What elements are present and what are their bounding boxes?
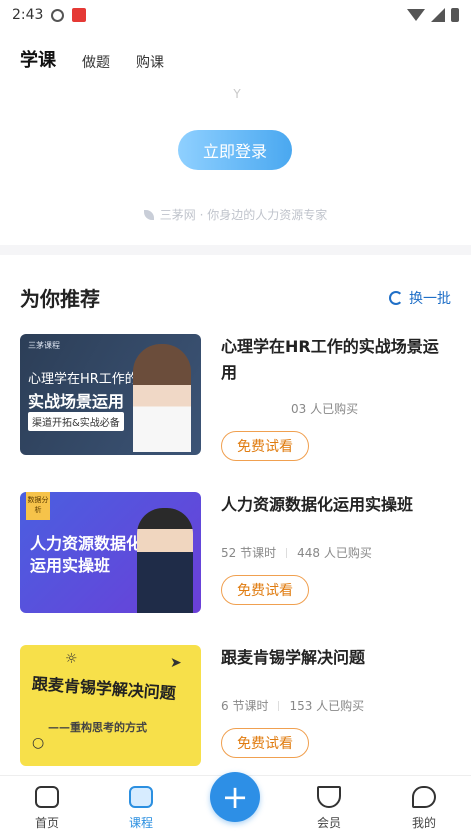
tab-home-label: 首页 xyxy=(34,816,59,830)
status-time: 2:43 xyxy=(12,7,44,23)
section-title: 为你推荐 xyxy=(20,287,100,311)
leaf-icon xyxy=(143,210,154,220)
refresh-button[interactable]: 换一批 xyxy=(389,288,451,308)
sync-icon xyxy=(51,8,65,22)
thumb-subtitle: 渠道开拓&实战必备 xyxy=(28,412,124,431)
lightbulb-icon: ○ xyxy=(32,735,45,751)
tab-mine[interactable]: 我的 xyxy=(394,786,454,831)
paper-plane-icon: ➤ xyxy=(170,655,182,671)
course-buyers: 03 人已购买 xyxy=(291,402,359,416)
course-meta: 6 节课时 153 人已购买 xyxy=(221,697,451,714)
course-thumbnail[interactable]: 三茅课程 心理学在HR工作的 实战场景运用 渠道开拓&实战必备 xyxy=(20,334,201,455)
meta-divider xyxy=(278,700,280,711)
slogan: 三茅网 · 你身边的人力资源专家 xyxy=(0,206,471,223)
free-trial-button[interactable]: 免费试看 xyxy=(221,575,309,605)
course-meta: 52 节课时 448 人已购买 xyxy=(221,544,451,561)
course-lessons: 52 节课时 xyxy=(221,546,277,560)
course-card[interactable]: 三茅课程 心理学在HR工作的 实战场景运用 渠道开拓&实战必备 心理学在HR工作… xyxy=(20,334,451,461)
thumb-title-line2: 运用实操班 xyxy=(30,556,111,575)
app-notification-icon xyxy=(72,8,87,22)
tab-mine-label: 我的 xyxy=(411,816,436,830)
logo-icon: Y xyxy=(233,87,241,101)
thumb-title-line1: 心理学在HR工作的 xyxy=(28,372,138,387)
instructor-photo xyxy=(133,344,191,452)
course-thumbnail[interactable]: 数据分析 人力资源数据化 运用实操班 xyxy=(20,492,201,613)
thumb-title-line1: 跟麦肯锡学解决问题 xyxy=(31,673,177,703)
course-info: 人力资源数据化运用实操班 52 节课时 448 人已购买 免费试看 xyxy=(221,492,451,605)
signal-icon xyxy=(431,8,445,22)
tab-home[interactable]: 首页 xyxy=(17,786,77,831)
tab-courses-label: 课程 xyxy=(128,816,153,830)
thumb-title-line1: 人力资源数据化 xyxy=(30,534,143,553)
status-bar: 2:43 xyxy=(0,0,471,30)
courses-icon xyxy=(129,786,153,808)
battery-icon xyxy=(451,8,459,22)
course-buyers: 153 人已购买 xyxy=(289,699,365,713)
thumb-title-line2: ——重构思考的方式 xyxy=(48,721,147,734)
slogan-text: 三茅网 · 你身边的人力资源专家 xyxy=(159,208,328,222)
login-button[interactable]: 立即登录 xyxy=(178,130,292,170)
course-info: 跟麦肯锡学解决问题 6 节课时 153 人已购买 免费试看 xyxy=(221,645,451,758)
top-tabs: 学课 做题 购课 xyxy=(20,46,164,72)
tab-learn[interactable]: 学课 xyxy=(20,46,56,72)
course-lessons: 6 节课时 xyxy=(221,699,269,713)
tab-courses[interactable]: 课程 xyxy=(111,786,171,831)
header: 学课 做题 购课 Y 立即登录 三茅网 · 你身边的人力资源专家 xyxy=(0,30,471,245)
wifi-icon xyxy=(407,9,425,21)
tab-member-label: 会员 xyxy=(316,816,341,830)
add-button[interactable]: + xyxy=(210,772,260,822)
course-meta: 03 人已购买 xyxy=(221,400,451,417)
course-info: 心理学在HR工作的实战场景运用 03 人已购买 免费试看 xyxy=(221,334,451,461)
refresh-icon xyxy=(389,291,403,305)
bottom-tabbar: 首页 课程 + 会员 我的 xyxy=(0,772,471,838)
course-title[interactable]: 跟麦肯锡学解决问题 xyxy=(221,645,451,671)
tab-practice[interactable]: 做题 xyxy=(82,52,110,72)
instructor-photo xyxy=(137,508,193,613)
thumb-badge: 数据分析 xyxy=(26,492,50,520)
profile-icon xyxy=(412,786,436,808)
course-buyers: 448 人已购买 xyxy=(297,546,372,560)
course-card[interactable]: 数据分析 人力资源数据化 运用实操班 人力资源数据化运用实操班 52 节课时 4… xyxy=(20,492,451,616)
course-title[interactable]: 心理学在HR工作的实战场景运用 xyxy=(221,334,451,386)
home-icon xyxy=(35,786,59,808)
course-thumbnail[interactable]: 跟麦肯锡学解决问题 ——重构思考的方式 ➤ ○ ☼ xyxy=(20,645,201,766)
course-card[interactable]: 跟麦肯锡学解决问题 ——重构思考的方式 ➤ ○ ☼ 跟麦肯锡学解决问题 6 节课… xyxy=(20,645,451,769)
lightbulb-icon: ☼ xyxy=(65,651,78,667)
diamond-icon xyxy=(317,786,341,808)
course-title[interactable]: 人力资源数据化运用实操班 xyxy=(221,492,451,518)
thumb-title-line2: 实战场景运用 xyxy=(28,392,125,411)
thumb-tag: 三茅课程 xyxy=(28,341,60,350)
recommend-section: 为你推荐 换一批 三茅课程 心理学在HR工作的 实战场景运用 渠道开拓&实战必备… xyxy=(0,255,471,775)
free-trial-button[interactable]: 免费试看 xyxy=(221,431,309,461)
free-trial-button[interactable]: 免费试看 xyxy=(221,728,309,758)
refresh-label: 换一批 xyxy=(409,291,451,307)
tab-member[interactable]: 会员 xyxy=(299,786,359,831)
tab-buy[interactable]: 购课 xyxy=(136,52,164,72)
meta-divider xyxy=(286,547,288,558)
